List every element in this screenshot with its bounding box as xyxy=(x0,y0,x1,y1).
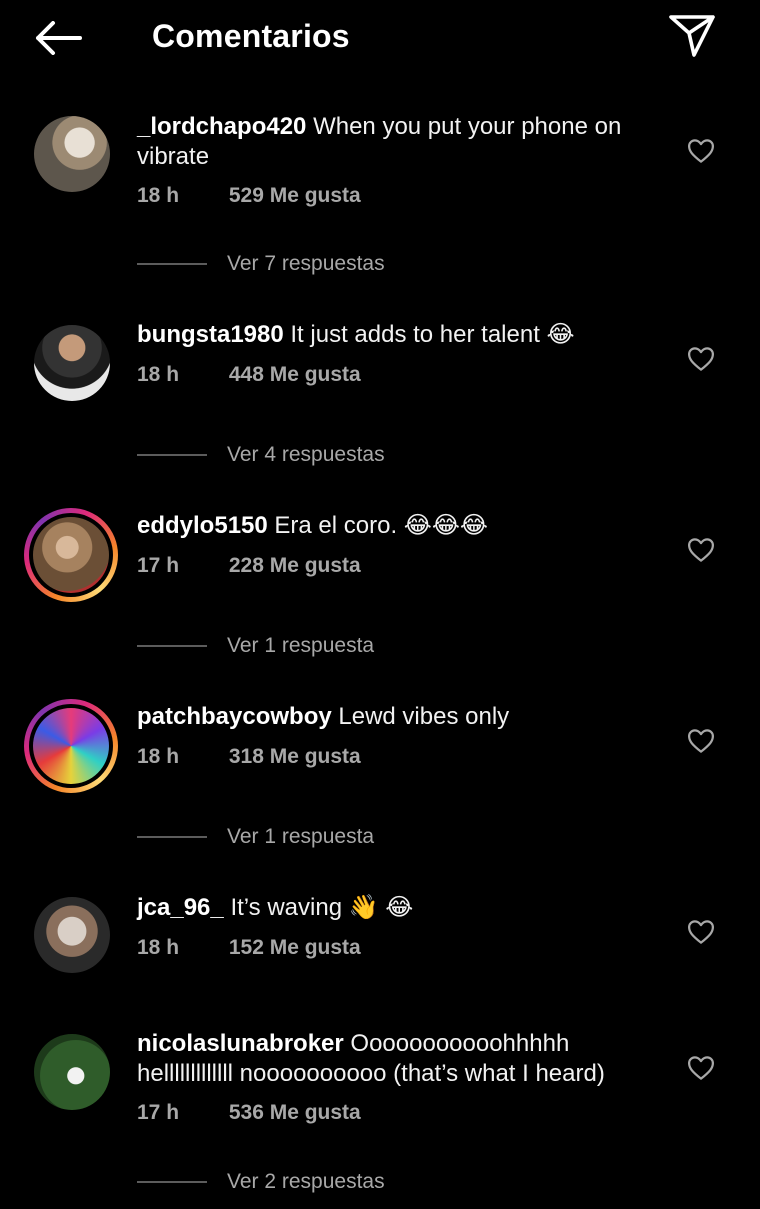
comment-text: It’s waving 👋 😂 xyxy=(230,894,414,921)
comment-username[interactable]: bungsta1980 xyxy=(137,321,284,348)
view-replies-label: Ver 1 respuesta xyxy=(227,634,375,657)
comment-text: Era el coro. 😂😂😂 xyxy=(274,512,488,539)
likes-count[interactable]: 228 Me gusta xyxy=(229,554,361,577)
avatar[interactable] xyxy=(34,1034,110,1110)
heart-icon[interactable] xyxy=(686,344,716,374)
replies-divider xyxy=(137,645,207,647)
comment-username[interactable]: _lordchapo420 xyxy=(137,113,306,140)
paper-plane-icon xyxy=(669,15,715,57)
replies-divider xyxy=(137,263,207,265)
view-replies-label: Ver 2 respuestas xyxy=(227,1170,385,1193)
comment-time: 17 h xyxy=(137,554,180,577)
likes-count[interactable]: 529 Me gusta xyxy=(229,184,361,207)
heart-icon[interactable] xyxy=(686,726,716,756)
top-bar: Comentarios xyxy=(0,0,760,76)
comment-meta: 18 h 152 Me gusta xyxy=(137,936,361,960)
likes-count[interactable]: 152 Me gusta xyxy=(229,936,361,959)
view-replies-button[interactable]: Ver 1 respuesta xyxy=(137,633,374,659)
heart-icon[interactable] xyxy=(686,917,716,947)
likes-count[interactable]: 448 Me gusta xyxy=(229,363,361,386)
comment-text: Lewd vibes only xyxy=(338,703,510,730)
comment-meta: 18 h 448 Me gusta xyxy=(137,363,361,387)
view-replies-label: Ver 7 respuestas xyxy=(227,252,385,275)
heart-icon[interactable] xyxy=(686,1053,716,1083)
heart-icon[interactable] xyxy=(686,136,716,166)
view-replies-button[interactable]: Ver 4 respuestas xyxy=(137,442,385,468)
view-replies-label: Ver 1 respuesta xyxy=(227,825,375,848)
comment-time: 18 h xyxy=(137,184,180,207)
replies-divider xyxy=(137,454,207,456)
avatar-story-ring[interactable] xyxy=(24,699,118,793)
view-replies-button[interactable]: Ver 7 respuestas xyxy=(137,251,385,277)
comment-meta: 18 h 318 Me gusta xyxy=(137,745,361,769)
comment-time: 18 h xyxy=(137,745,180,768)
avatar xyxy=(33,517,109,593)
comment-meta: 17 h 536 Me gusta xyxy=(137,1101,361,1125)
likes-count[interactable]: 318 Me gusta xyxy=(229,745,361,768)
comment-time: 17 h xyxy=(137,1101,180,1124)
avatar[interactable] xyxy=(34,325,110,401)
likes-count[interactable]: 536 Me gusta xyxy=(229,1101,361,1124)
comment-username[interactable]: eddylo5150 xyxy=(137,512,268,539)
comment-meta: 18 h 529 Me gusta xyxy=(137,184,361,208)
avatar-story-ring[interactable] xyxy=(24,508,118,602)
view-replies-label: Ver 4 respuestas xyxy=(227,443,385,466)
replies-divider xyxy=(137,836,207,838)
view-replies-button[interactable]: Ver 2 respuestas xyxy=(137,1169,385,1195)
view-replies-button[interactable]: Ver 1 respuesta xyxy=(137,824,374,850)
back-button[interactable] xyxy=(30,16,86,60)
avatar xyxy=(33,708,109,784)
heart-icon[interactable] xyxy=(686,535,716,565)
share-button[interactable] xyxy=(664,10,720,62)
comment-meta: 17 h 228 Me gusta xyxy=(137,554,361,578)
comment-username[interactable]: jca_96_ xyxy=(137,894,224,921)
avatar[interactable] xyxy=(34,897,110,973)
page-title: Comentarios xyxy=(152,18,350,54)
arrow-left-icon xyxy=(36,21,82,55)
replies-divider xyxy=(137,1181,207,1183)
avatar[interactable] xyxy=(34,116,110,192)
comment-time: 18 h xyxy=(137,363,180,386)
comment-username[interactable]: patchbaycowboy xyxy=(137,703,332,730)
comment-time: 18 h xyxy=(137,936,180,959)
comment-text: It just adds to her talent 😂 xyxy=(290,321,575,348)
comment-username[interactable]: nicolaslunabroker xyxy=(137,1030,344,1057)
